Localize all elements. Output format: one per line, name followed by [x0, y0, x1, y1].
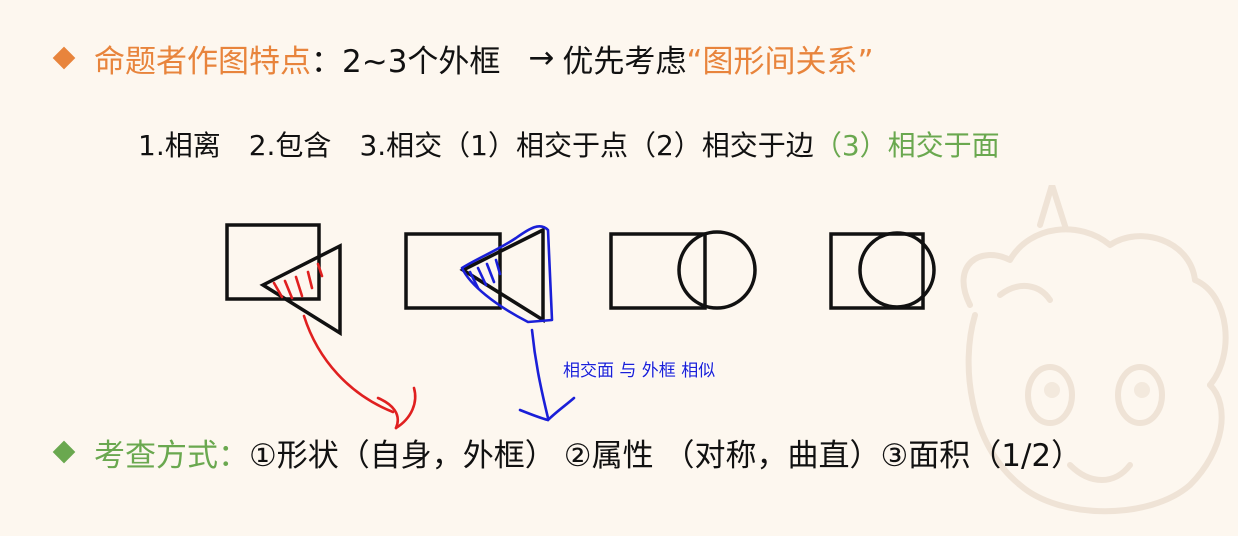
exam-item-area: ③面积（1/2）: [880, 437, 1083, 474]
blue-annotation-text: 相交面 与 外框 相似: [563, 361, 716, 381]
slide: 命题者作图特点 ： 2~3个外框 → 优先考虑 “图形间关系” 1.相离 2.包…: [0, 0, 1238, 536]
exam-item-attribute: ②属性 （对称，曲直）: [563, 437, 881, 474]
bullet-diamond-icon: [52, 440, 76, 464]
figure-rect-circle-edge: [609, 230, 757, 310]
exam-line: 考查方式 ： ①形状（自身，外框） ②属性 （对称，曲直） ③面积（1/2）: [50, 430, 1082, 474]
exam-item-shape: ①形状（自身，外框）: [249, 437, 556, 474]
exam-label: 考查方式: [94, 437, 218, 474]
figure-rect-triangle-face: [404, 227, 545, 324]
figure-rect-circle-inside: [829, 231, 936, 310]
red-pen-annotation: [272, 262, 417, 430]
exam-colon: ：: [218, 437, 249, 474]
figure-rect-triangle-overlap: [225, 223, 342, 337]
blue-pen-annotation: [460, 225, 576, 422]
